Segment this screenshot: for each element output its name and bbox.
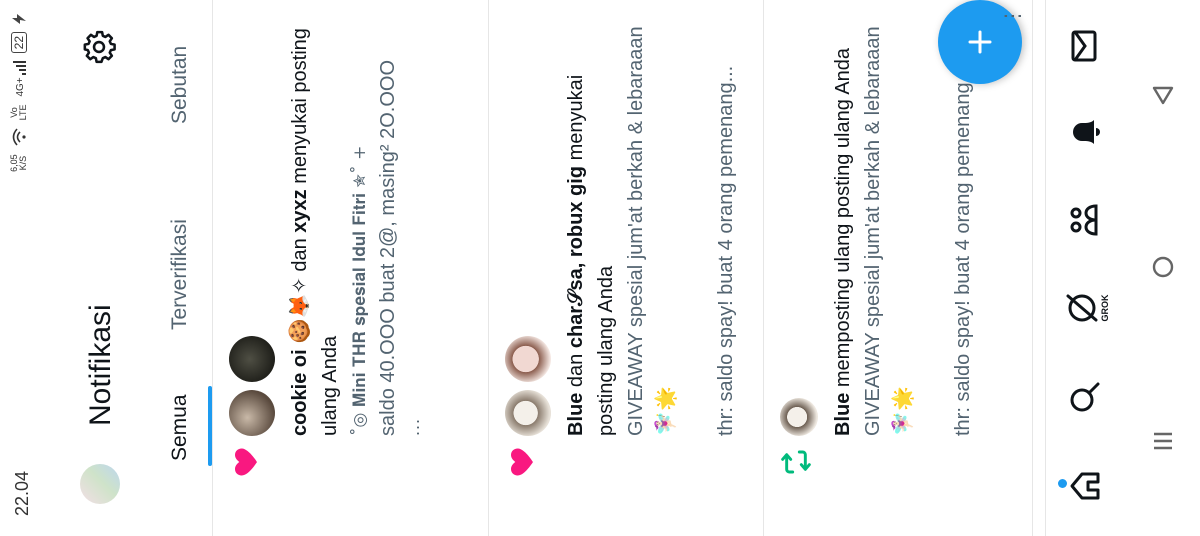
gear-icon[interactable] [82, 30, 116, 64]
heart-icon [511, 448, 533, 476]
more-icon[interactable]: ⋮ [1000, 6, 1025, 26]
post-preview-more: thr: saldo spay! buat 4 orang pemenang..… [715, 65, 737, 436]
volte-indicator: Vo LTE [9, 104, 28, 121]
avatar-group [229, 16, 277, 436]
active-tab-indicator [208, 386, 212, 466]
retweet-icon [781, 450, 811, 474]
post-preview: GIVEAWAY spesial jum'at berkah & lebaraa… [625, 26, 677, 436]
avatar-group [505, 16, 553, 436]
avatar[interactable] [229, 336, 275, 382]
header: Notifikasi [44, 0, 156, 536]
actor-emoji: 🍪🦊✧ [289, 277, 311, 344]
notification-text: cookie oi 🍪🦊✧ dan xyxz menyukai posting … [285, 16, 345, 436]
actor-name[interactable]: xyxz [289, 189, 311, 232]
notifications-icon[interactable] [1064, 112, 1104, 152]
grok-icon[interactable]: GROK [1064, 288, 1110, 328]
status-icons: 6,05 K/S Vo LTE 4G+ 22 [9, 14, 28, 172]
avatar[interactable] [505, 336, 551, 382]
tab-sebutan[interactable]: Sebutan [168, 46, 192, 124]
actor-name[interactable]: cookie oi [289, 349, 311, 436]
wifi-icon [12, 128, 26, 146]
charging-icon [12, 14, 26, 24]
communities-icon[interactable] [1064, 200, 1104, 240]
signal-icon [13, 61, 26, 76]
system-nav-bar [1130, 0, 1200, 536]
grok-label: GROK [1100, 294, 1110, 322]
plus-icon [968, 30, 992, 54]
page-title: Notifikasi [84, 304, 117, 426]
profile-avatar[interactable] [80, 464, 120, 504]
notification-text: Blue memposting ulang posting ulang Anda [828, 16, 858, 436]
post-preview: saldo 40.OOO buat 2@, masing² 2O.OOO [377, 59, 399, 436]
network-type-label: 4G+ [15, 77, 26, 97]
avatar[interactable] [780, 398, 818, 436]
status-time: 22.04 [12, 470, 32, 516]
notification-body: Blue memposting ulang posting ulang Anda… [780, 16, 978, 436]
tabs: Semua Terverifikasi Sebutan [156, 0, 213, 536]
battery-indicator: 22 [11, 32, 27, 54]
notification-text: Blue dan char𝒮sa, robux gig menyukai pos… [561, 16, 621, 436]
action-text: memposting ulang posting ulang Anda [832, 47, 854, 393]
avatar-group [780, 16, 820, 436]
notification-list: cookie oi 🍪🦊✧ dan xyxz menyukai posting … [213, 0, 1033, 536]
heart-icon [235, 448, 257, 476]
avatar[interactable] [505, 390, 551, 436]
notification-item[interactable]: cookie oi 🍪🦊✧ dan xyxz menyukai posting … [213, 0, 489, 536]
connector-text: dan [565, 348, 587, 393]
home-unread-dot [1058, 479, 1067, 488]
post-preview-title: ˚◎ 𝐌𝐢𝐧𝐢 𝐓𝐇𝐑 𝐬𝐩𝐞𝐬𝐢𝐚𝐥 𝐈𝐝𝐮𝐥 𝐅𝐢𝐭𝐫𝐢 ✮˚ + [350, 145, 370, 436]
network-speed: 6,05 K/S [9, 154, 28, 172]
screen: 22.04 6,05 K/S Vo LTE 4G+ 22 Notifikasi … [0, 0, 1200, 536]
actor-name[interactable]: char𝒮sa, robux gig [565, 166, 587, 348]
post-preview: GIVEAWAY spesial jum'at berkah & lebaraa… [862, 26, 914, 436]
messages-icon[interactable] [1064, 26, 1104, 66]
status-bar: 22.04 6,05 K/S Vo LTE 4G+ 22 [0, 0, 44, 536]
bottom-tab-bar: GROK [1045, 0, 1130, 536]
tab-terverifikasi[interactable]: Terverifikasi [168, 219, 192, 330]
more-indicator: ... [403, 417, 423, 436]
home-nav-icon[interactable] [1150, 254, 1181, 280]
tab-semua[interactable]: Semua [168, 394, 192, 461]
notification-body: cookie oi 🍪🦊✧ dan xyxz menyukai posting … [229, 16, 424, 436]
actor-name[interactable]: Blue [832, 393, 854, 436]
network-type: 4G+ [12, 61, 26, 97]
notification-body: Blue dan char𝒮sa, robux gig menyukai pos… [505, 16, 741, 436]
avatar[interactable] [229, 390, 275, 436]
recent-apps-icon[interactable] [1150, 428, 1181, 454]
home-icon[interactable] [1064, 466, 1104, 506]
network-speed-unit: K/S [18, 155, 28, 171]
search-icon[interactable] [1064, 378, 1104, 418]
back-icon[interactable] [1150, 82, 1181, 108]
connector-text: dan [289, 232, 311, 278]
actor-name[interactable]: Blue [565, 393, 587, 436]
notification-item[interactable]: Blue dan char𝒮sa, robux gig menyukai pos… [489, 0, 764, 536]
